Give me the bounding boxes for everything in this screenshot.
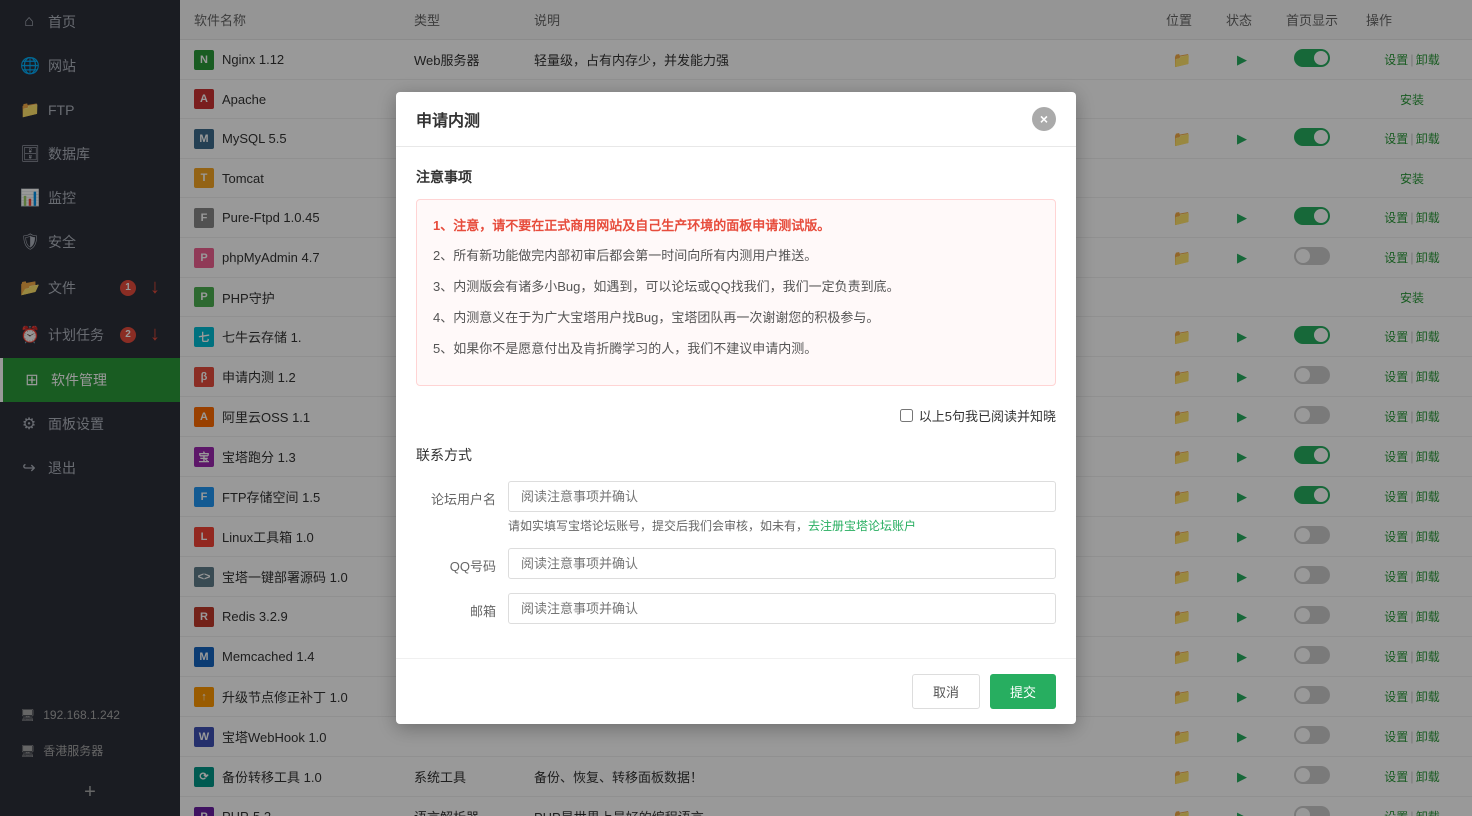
modal-header: 申请内测 × [396,92,1076,147]
agree-checkbox[interactable] [900,409,913,422]
form-fields: 论坛用户名 请如实填写宝塔论坛账号，提交后我们会审核，如未有，去注册宝塔论坛账户… [416,481,1056,624]
form-hint: 请如实填写宝塔论坛账号，提交后我们会审核，如未有，去注册宝塔论坛账户 [508,517,1056,534]
form-col [508,593,1056,624]
modal-body: 注意事项 1、注意，请不要在正式商用网站及自己生产环境的面板申请测试版。 2、所有… [396,147,1076,659]
form-input-2[interactable] [508,593,1056,624]
form-label: 邮箱 [416,593,496,620]
notice-box: 1、注意，请不要在正式商用网站及自己生产环境的面板申请测试版。 2、所有新功能做完… [416,199,1056,387]
form-label: 论坛用户名 [416,481,496,508]
notice-item: 1、注意，请不要在正式商用网站及自己生产环境的面板申请测试版。 [433,216,1039,237]
submit-button[interactable]: 提交 [990,674,1056,709]
modal-overlay[interactable]: 申请内测 × 注意事项 1、注意，请不要在正式商用网站及自己生产环境的面板申请测… [0,0,1472,816]
apply-beta-modal: 申请内测 × 注意事项 1、注意，请不要在正式商用网站及自己生产环境的面板申请测… [396,92,1076,725]
notice-item: 3、内测版会有诸多小Bug，如遇到，可以论坛或QQ找我们，我们一定负责到底。 [433,277,1039,298]
agree-row: 以上5句我已阅读并知晓 [416,406,1056,425]
contact-title: 联系方式 [416,445,1056,465]
notice-item: 2、所有新功能做完内部初审后都会第一时间向所有内测用户推送。 [433,246,1039,267]
form-input-1[interactable] [508,548,1056,579]
notice-title: 注意事项 [416,167,1056,187]
form-row: QQ号码 [416,548,1056,579]
form-col [508,548,1056,579]
notice-item: 4、内测意义在于为广大宝塔用户找Bug，宝塔团队再一次谢谢您的积极参与。 [433,308,1039,329]
form-row: 论坛用户名 请如实填写宝塔论坛账号，提交后我们会审核，如未有，去注册宝塔论坛账户 [416,481,1056,534]
form-row: 邮箱 [416,593,1056,624]
modal-footer: 取消 提交 [396,658,1076,724]
form-label: QQ号码 [416,548,496,575]
cancel-button[interactable]: 取消 [912,674,980,709]
notice-item: 5、如果你不是愿意付出及肯折腾学习的人，我们不建议申请内测。 [433,339,1039,360]
register-link[interactable]: 去注册宝塔论坛账户 [808,519,916,533]
form-input-0[interactable] [508,481,1056,512]
agree-label[interactable]: 以上5句我已阅读并知晓 [919,406,1056,425]
modal-close-button[interactable]: × [1032,107,1056,131]
modal-title: 申请内测 [416,107,480,131]
form-col: 请如实填写宝塔论坛账号，提交后我们会审核，如未有，去注册宝塔论坛账户 [508,481,1056,534]
